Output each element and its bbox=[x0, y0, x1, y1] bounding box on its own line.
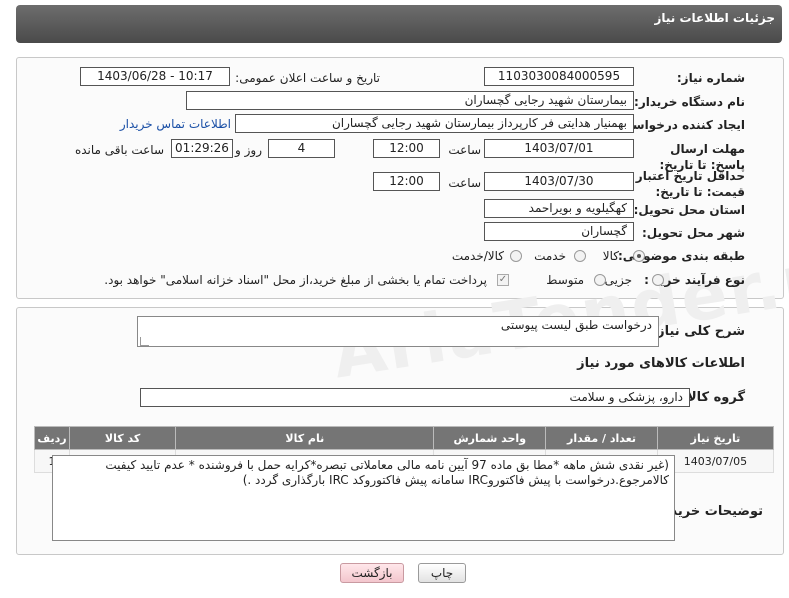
need-number-label: شماره نیاز: bbox=[676, 71, 745, 85]
col-qty-header: تعداد / مقدار bbox=[545, 426, 658, 450]
announce-label: تاریخ و ساعت اعلان عمومی: bbox=[235, 71, 380, 85]
col-unit-header: واحد شمارش bbox=[433, 426, 547, 450]
remaining-label: ساعت باقی مانده bbox=[74, 143, 164, 157]
buyer-contact-link[interactable]: اطلاعات تماس خریدار bbox=[120, 117, 231, 131]
creator-field: بهمنیار هدایتی فر کارپرداز بیمارستان شهی… bbox=[235, 114, 634, 133]
description-resize-handle[interactable] bbox=[140, 337, 149, 346]
price-date-field: 1403/07/30 bbox=[484, 172, 634, 191]
price-time-label: ساعت bbox=[448, 176, 481, 190]
province-label: استان محل تحویل: bbox=[633, 203, 745, 217]
col-name-header: نام کالا bbox=[175, 426, 435, 450]
goods-table-header: ردیف کد کالا نام کالا واحد شمارش تعداد /… bbox=[34, 426, 775, 450]
col-row-header: ردیف bbox=[34, 426, 70, 450]
process-radio-medium[interactable] bbox=[594, 274, 606, 286]
buyer-notes-line-1: (غیر نقدی شش ماهه *مطا بق ماده 97 آیین ن… bbox=[105, 458, 669, 472]
category-radio-service[interactable] bbox=[574, 250, 586, 262]
page-title: جزئیات اطلاعات نیاز bbox=[654, 11, 775, 25]
col-code-header: کد کالا bbox=[68, 426, 177, 450]
buyer-notes-field: (غیر نقدی شش ماهه *مطا بق ماده 97 آیین ن… bbox=[52, 455, 675, 541]
goods-group-field: دارو، پزشکی و سلامت bbox=[140, 388, 690, 407]
goods-group-label: گروه کالا: bbox=[681, 390, 745, 405]
category-radio-goods[interactable] bbox=[633, 250, 645, 262]
price-validity-label: حداقل تاریخ اعتبار قیمت: تا تاریخ: bbox=[635, 169, 745, 199]
province-field: کهگیلویه و بویراحمد bbox=[484, 199, 634, 218]
process-medium-label: متوسط bbox=[546, 273, 584, 287]
reply-time-label: ساعت bbox=[448, 143, 481, 157]
city-field: گچساران bbox=[484, 222, 634, 241]
buyer-notes-line-2: کالامرجوع.درخواست با پیش فاکتوروIRC ساما… bbox=[242, 473, 669, 487]
buyer-org-label: نام دستگاه خریدار: bbox=[634, 95, 745, 109]
category-radio-goods-service[interactable] bbox=[510, 250, 522, 262]
price-time-field: 12:00 bbox=[373, 172, 440, 191]
goods-section-title: اطلاعات کالاهای مورد نیاز bbox=[577, 356, 745, 371]
process-radio-minor[interactable] bbox=[652, 274, 664, 286]
payment-checkbox[interactable]: ✓ bbox=[497, 274, 509, 286]
print-button[interactable]: چاپ bbox=[418, 563, 466, 583]
days-field: 4 bbox=[268, 139, 335, 158]
reply-date-field: 1403/07/01 bbox=[484, 139, 634, 158]
need-number-field: 1103030084000595 bbox=[484, 67, 634, 86]
remaining-time-field: 01:29:26 bbox=[171, 139, 233, 158]
col-date-header: تاریخ نیاز bbox=[656, 426, 775, 450]
category-goods-service-label: کالا/خدمت bbox=[451, 249, 504, 263]
back-button[interactable]: بازگشت bbox=[340, 563, 404, 583]
creator-label: ایجاد کننده درخواست: bbox=[615, 118, 745, 132]
reply-time-field: 12:00 bbox=[373, 139, 440, 158]
description-label: شرح کلی نیاز: bbox=[651, 324, 745, 339]
process-minor-label: جزیی bbox=[604, 273, 632, 287]
category-goods-label: کالا bbox=[602, 249, 619, 263]
buyer-org-field: بیمارستان شهید رجایی گچساران bbox=[186, 91, 634, 110]
category-service-label: خدمت bbox=[534, 249, 566, 263]
days-label: روز و bbox=[235, 143, 262, 157]
description-field: درخواست طبق لیست پیوستی bbox=[137, 316, 659, 347]
city-label: شهر محل تحویل: bbox=[641, 226, 745, 240]
payment-note: پرداخت تمام یا بخشی از مبلغ خرید،از محل … bbox=[104, 273, 487, 287]
announce-field: 1403/06/28 - 10:17 bbox=[80, 67, 230, 86]
